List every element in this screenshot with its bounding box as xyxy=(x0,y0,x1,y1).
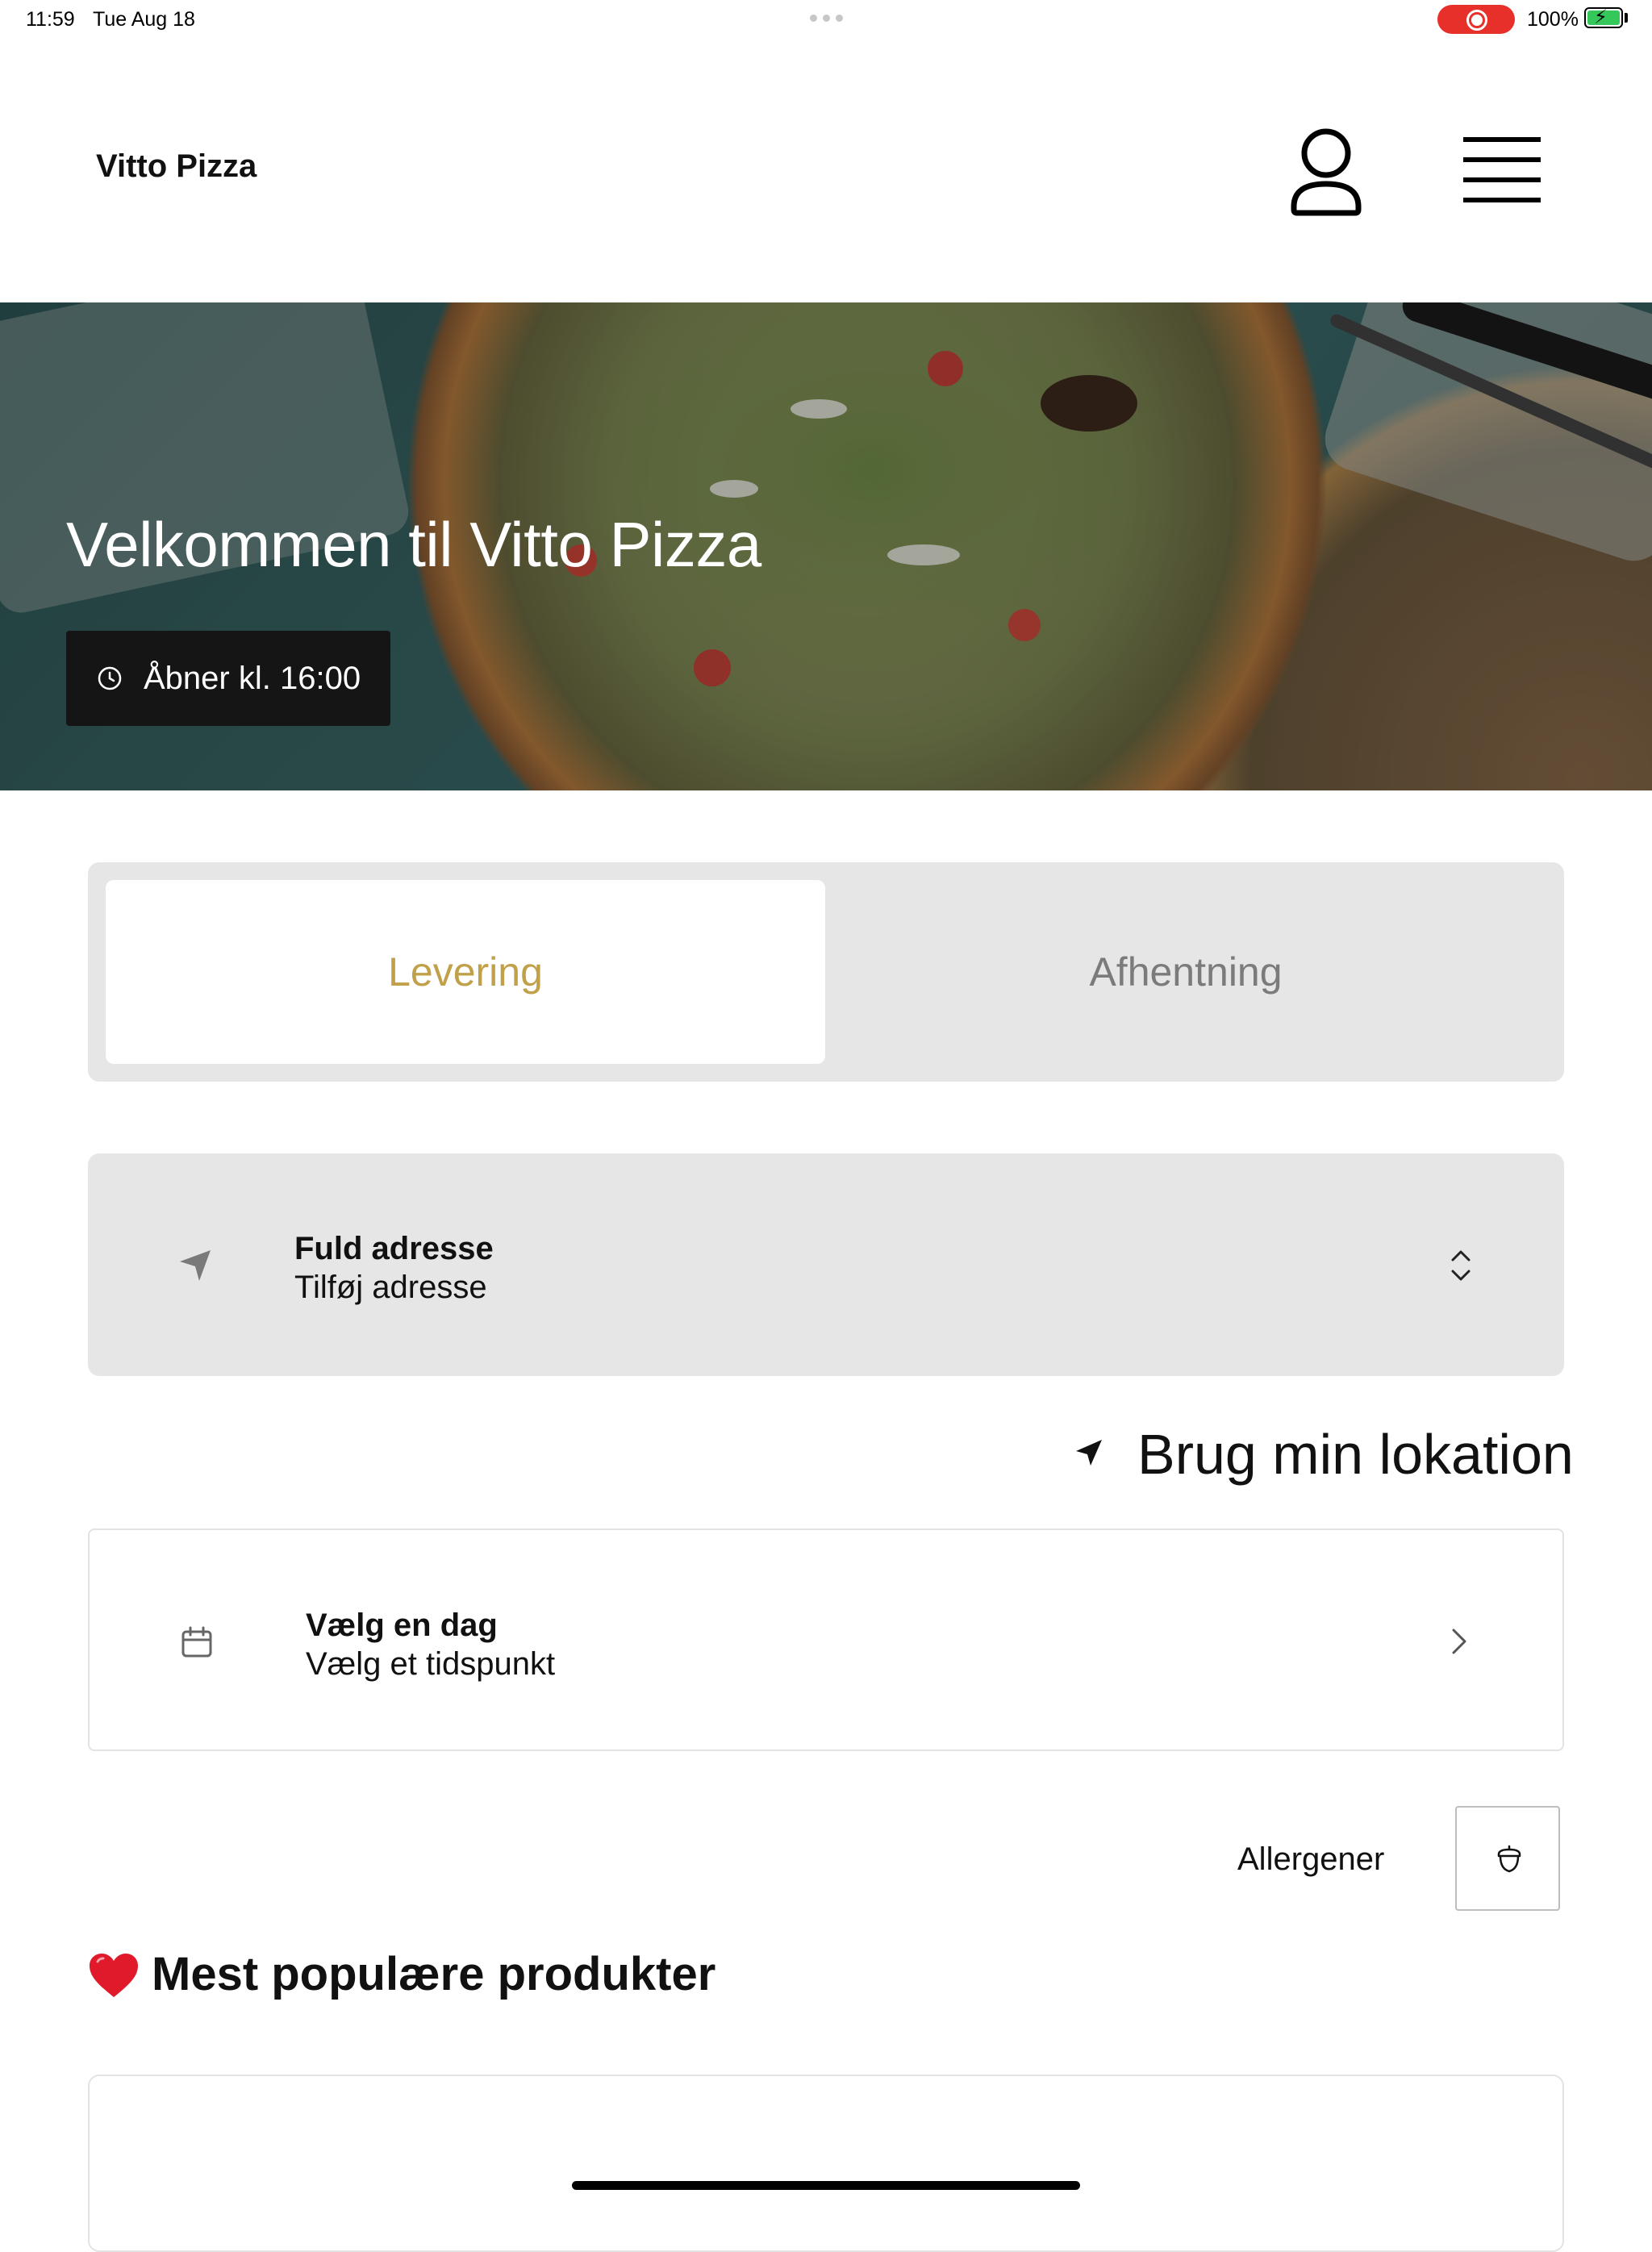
multitasking-dots-icon[interactable] xyxy=(810,15,845,23)
menu-icon[interactable] xyxy=(1462,136,1542,205)
status-date: Tue Aug 18 xyxy=(93,8,195,31)
schedule-selector[interactable]: Vælg en dag Vælg et tidspunkt xyxy=(88,1528,1564,1751)
opening-hours-badge: Åbner kl. 16:00 xyxy=(66,631,390,726)
screen-recording-indicator[interactable] xyxy=(1437,5,1515,34)
acorn-icon xyxy=(1497,1845,1521,1873)
status-time: 11:59 xyxy=(26,8,75,31)
allergens-label[interactable]: Allergener xyxy=(1237,1841,1384,1878)
address-subtitle: Tilføj adresse xyxy=(294,1270,487,1305)
battery-cap xyxy=(1625,13,1628,23)
order-type-tabs: Levering Afhentning xyxy=(88,862,1564,1082)
chevron-up-down-icon xyxy=(1451,1250,1471,1281)
tab-pickup[interactable]: Afhentning xyxy=(825,880,1546,1064)
schedule-subtitle: Vælg et tidspunkt xyxy=(306,1646,556,1682)
popular-products-title: Mest populære produkter xyxy=(152,1948,716,2000)
chevron-right-icon xyxy=(1452,1629,1466,1654)
use-location-button[interactable]: Brug min lokation xyxy=(1137,1422,1574,1487)
address-selector[interactable]: Fuld adresse Tilføj adresse xyxy=(88,1153,1564,1376)
opening-hours-text: Åbner kl. 16:00 xyxy=(144,660,361,696)
user-icon[interactable] xyxy=(1289,126,1363,216)
battery-percentage: 100% xyxy=(1527,8,1579,31)
clock-icon xyxy=(98,666,122,690)
home-indicator[interactable] xyxy=(572,2181,1080,2190)
address-title: Fuld adresse xyxy=(294,1231,494,1266)
heart-icon xyxy=(90,1954,138,1997)
calendar-icon xyxy=(181,1626,212,1658)
hero-title: Velkommen til Vitto Pizza xyxy=(66,509,761,580)
location-arrow-icon[interactable] xyxy=(1073,1437,1105,1469)
tab-delivery[interactable]: Levering xyxy=(106,880,825,1064)
navigation-arrow-icon xyxy=(180,1250,211,1281)
brand-title[interactable]: Vitto Pizza xyxy=(96,148,257,185)
product-card[interactable] xyxy=(88,2075,1564,2252)
allergens-button[interactable] xyxy=(1455,1806,1560,1911)
schedule-title: Vælg en dag xyxy=(306,1608,498,1643)
battery-icon: ⚡ xyxy=(1584,7,1623,28)
